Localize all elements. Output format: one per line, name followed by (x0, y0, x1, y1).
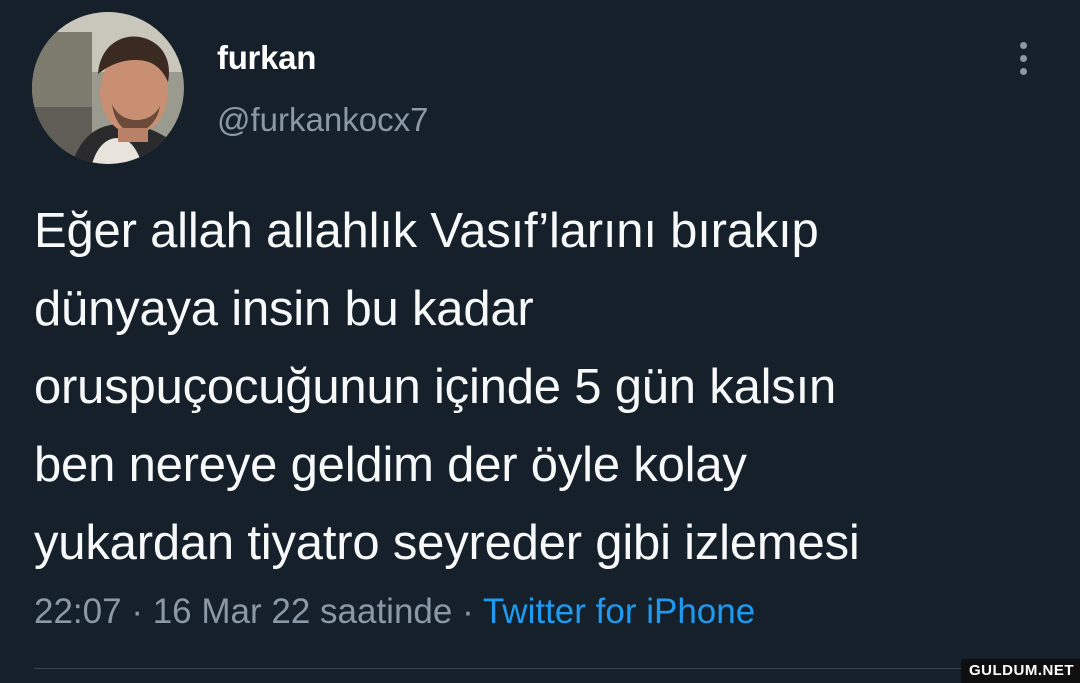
meta-separator: · (131, 592, 143, 631)
more-vertical-icon[interactable] (1008, 38, 1040, 78)
tweet-metadata: 22:07 · 16 Mar 22 saatinde · Twitter for… (34, 590, 755, 634)
more-dot (1020, 55, 1027, 62)
tweet-text-line: ben nereye geldim der öyle kolay (34, 438, 747, 492)
watermark: GULDUM.NET (961, 659, 1080, 683)
tweet-text: Eğer allah allahlık Vasıf’larını bırakıp… (34, 192, 1064, 582)
tweet-text-line: dünyaya insin bu kadar (34, 282, 534, 336)
meta-separator: · (462, 592, 474, 631)
avatar[interactable] (32, 12, 184, 164)
divider (34, 668, 1080, 669)
more-dot (1020, 68, 1027, 75)
more-dot (1020, 42, 1027, 49)
user-handle[interactable]: @furkankocx7 (217, 100, 428, 140)
display-name[interactable]: furkan (217, 38, 316, 78)
tweet-card: furkan @furkankocx7 Eğer allah allahlık … (0, 0, 1080, 683)
avatar-image (32, 12, 184, 164)
tweet-date[interactable]: 16 Mar 22 saatinde (153, 592, 453, 631)
tweet-text-line: yukardan tiyatro seyreder gibi izlemesi (34, 516, 860, 570)
tweet-time[interactable]: 22:07 (34, 592, 122, 631)
tweet-text-line: oruspuçocuğunun içinde 5 gün kalsın (34, 360, 837, 414)
tweet-text-line: Eğer allah allahlık Vasıf’larını bırakıp (34, 204, 819, 258)
tweet-source-link[interactable]: Twitter for iPhone (483, 592, 755, 631)
